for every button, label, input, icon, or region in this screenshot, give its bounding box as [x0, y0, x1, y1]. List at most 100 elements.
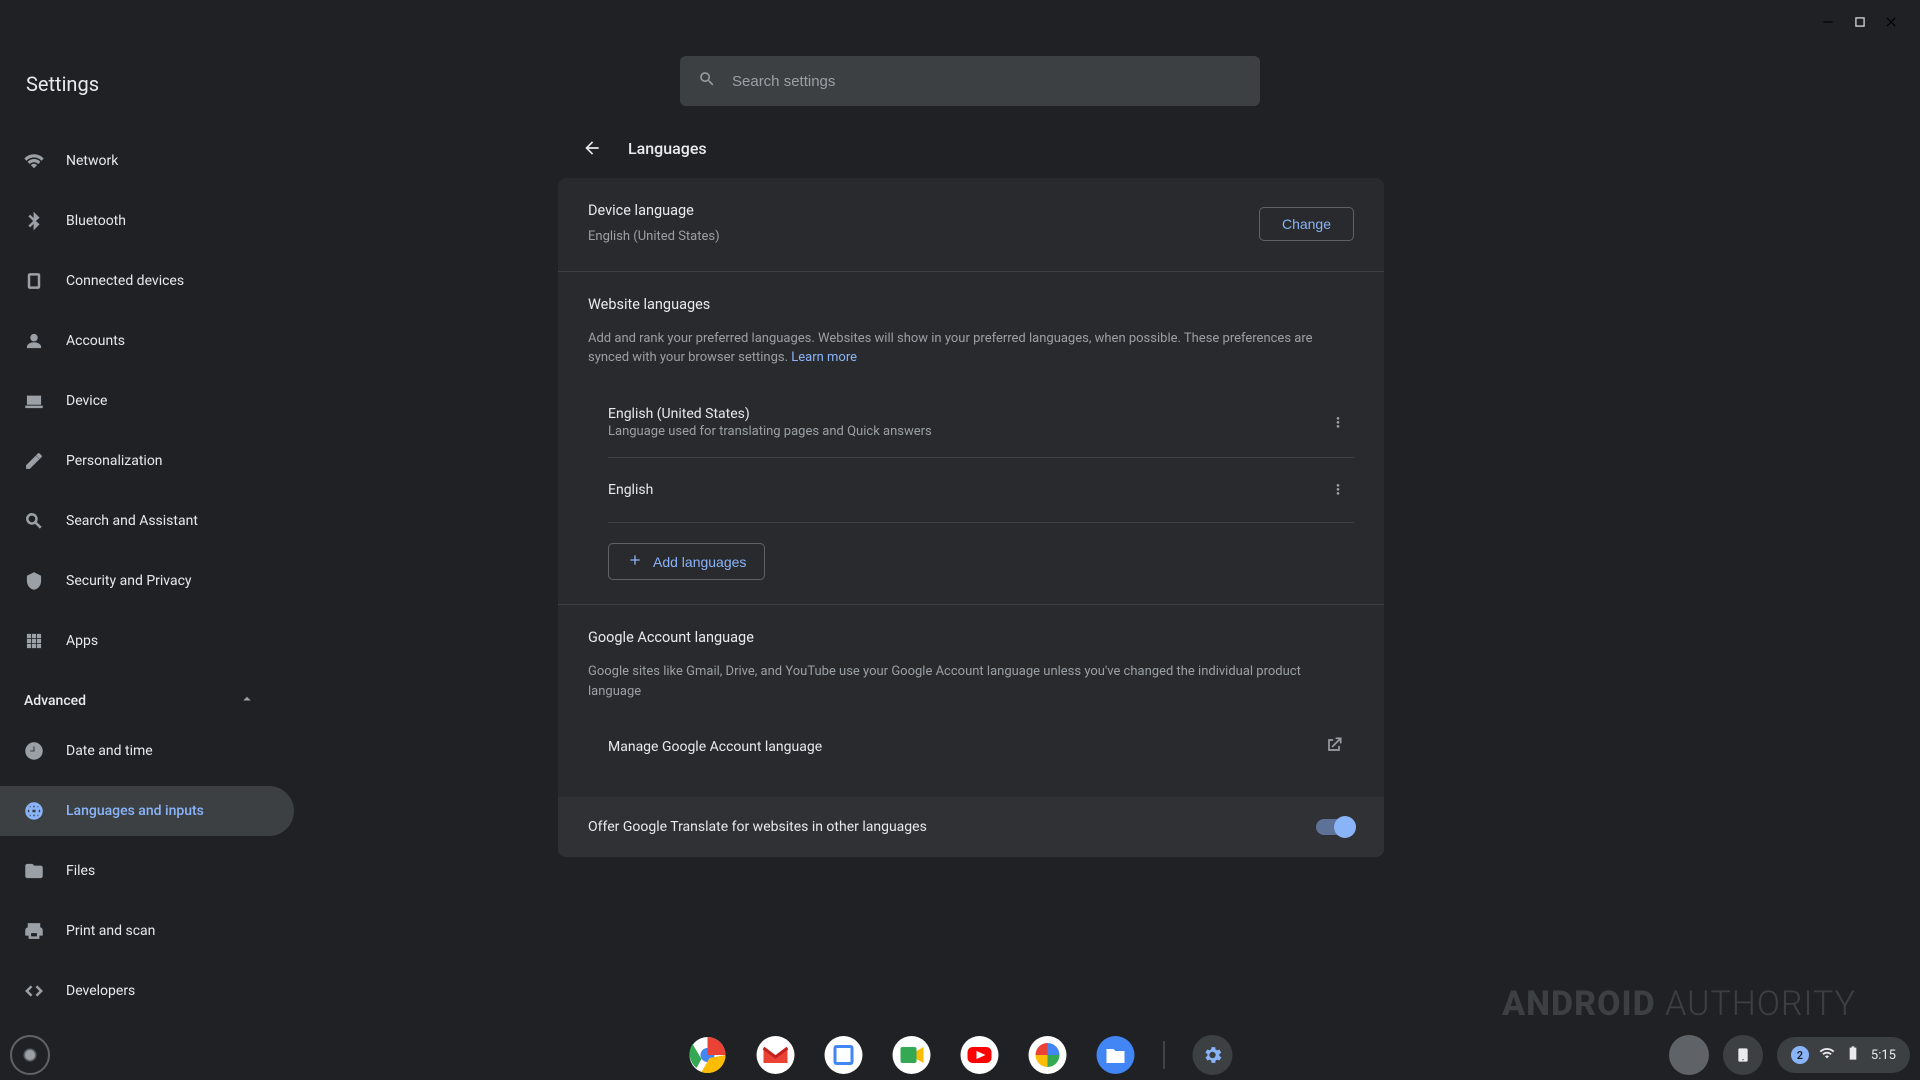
- sidebar-item-search-assistant[interactable]: Search and Assistant: [0, 496, 294, 546]
- sidebar-advanced-label: Advanced: [24, 693, 86, 709]
- learn-more-link[interactable]: Learn more: [791, 350, 857, 365]
- shelf-app-photos[interactable]: [1028, 1035, 1068, 1075]
- sidebar-item-label: Files: [66, 863, 95, 879]
- device-language-section: Device language English (United States) …: [558, 178, 1384, 271]
- search-icon: [24, 511, 44, 531]
- laptop-icon: [24, 391, 44, 411]
- window-close-button[interactable]: [1876, 6, 1908, 38]
- translate-toggle-switch[interactable]: [1316, 819, 1354, 835]
- shelf-app-chrome[interactable]: [688, 1035, 728, 1075]
- language-row: English (United States) Language used fo…: [608, 390, 1354, 459]
- sidebar-item-personalization[interactable]: Personalization: [0, 436, 294, 486]
- sidebar-item-device[interactable]: Device: [0, 376, 294, 426]
- website-languages-section: Website languages Add and rank your pref…: [558, 271, 1384, 605]
- app-title: Settings: [26, 72, 99, 96]
- sidebar-item-label: Developers: [66, 983, 135, 999]
- connected-devices-icon: [24, 271, 44, 291]
- sidebar-item-label: Print and scan: [66, 923, 155, 939]
- folder-icon: [24, 861, 44, 881]
- language-subtitle: Language used for translating pages and …: [608, 422, 932, 442]
- sidebar-item-label: Accounts: [66, 333, 125, 349]
- account-avatar[interactable]: [1669, 1035, 1709, 1075]
- shelf-app-files[interactable]: [1096, 1035, 1136, 1075]
- phone-hub-button[interactable]: [1723, 1035, 1763, 1075]
- globe-icon: [24, 801, 44, 821]
- website-languages-heading: Website languages: [588, 296, 1354, 313]
- wifi-icon: [24, 151, 44, 171]
- sidebar-item-connected-devices[interactable]: Connected devices: [0, 256, 294, 306]
- sidebar-advanced-toggle[interactable]: Advanced: [0, 676, 280, 726]
- pencil-icon: [24, 451, 44, 471]
- account-language-section: Google Account language Google sites lik…: [558, 604, 1384, 797]
- language-name: English: [608, 482, 653, 498]
- add-languages-button[interactable]: Add languages: [608, 543, 765, 580]
- back-button[interactable]: [574, 130, 610, 166]
- shield-icon: [24, 571, 44, 591]
- sidebar-item-apps[interactable]: Apps: [0, 616, 294, 666]
- sidebar-item-bluetooth[interactable]: Bluetooth: [0, 196, 294, 246]
- notifications-badge: 2: [1791, 1046, 1809, 1064]
- person-icon: [24, 331, 44, 351]
- sidebar-item-network[interactable]: Network: [0, 136, 294, 186]
- battery-status-icon: [1845, 1045, 1861, 1065]
- plus-icon: [627, 552, 643, 571]
- shelf-app-meet[interactable]: [892, 1035, 932, 1075]
- change-device-language-button[interactable]: Change: [1259, 207, 1354, 241]
- sidebar-item-label: Security and Privacy: [66, 573, 192, 589]
- sidebar-item-label: Date and time: [66, 743, 153, 759]
- sidebar-item-label: Apps: [66, 633, 98, 649]
- page-title: Languages: [628, 139, 707, 158]
- clock-icon: [24, 741, 44, 761]
- shelf-apps: [688, 1035, 1233, 1075]
- sidebar-item-label: Connected devices: [66, 273, 184, 289]
- language-name: English (United States): [608, 406, 932, 422]
- shelf: 2 5:15: [0, 1030, 1920, 1080]
- language-more-button[interactable]: [1322, 407, 1354, 439]
- sidebar-item-label: Personalization: [66, 453, 163, 469]
- sidebar-item-files[interactable]: Files: [0, 846, 294, 896]
- print-icon: [24, 921, 44, 941]
- website-languages-description: Add and rank your preferred languages. W…: [588, 331, 1313, 366]
- window-minimize-button[interactable]: [1812, 6, 1844, 38]
- code-icon: [24, 981, 44, 1001]
- shelf-app-youtube[interactable]: [960, 1035, 1000, 1075]
- search-bar[interactable]: [680, 56, 1260, 106]
- device-language-value: English (United States): [588, 227, 720, 247]
- sidebar-item-security-privacy[interactable]: Security and Privacy: [0, 556, 294, 606]
- sidebar-item-label: Network: [66, 153, 118, 169]
- sidebar-item-languages-inputs[interactable]: Languages and inputs: [0, 786, 294, 836]
- launcher-button[interactable]: [10, 1035, 50, 1075]
- languages-card: Device language English (United States) …: [558, 178, 1384, 857]
- device-language-heading: Device language: [588, 202, 720, 219]
- sidebar-item-developers[interactable]: Developers: [0, 966, 294, 1016]
- account-language-description: Google sites like Gmail, Drive, and YouT…: [588, 662, 1354, 701]
- clock-time: 5:15: [1871, 1048, 1896, 1063]
- apps-icon: [24, 631, 44, 651]
- sidebar-item-print-scan[interactable]: Print and scan: [0, 906, 294, 956]
- chevron-up-icon: [238, 690, 256, 712]
- sidebar-item-label: Languages and inputs: [66, 803, 204, 819]
- window-titlebar: [0, 0, 1920, 44]
- sidebar-item-label: Device: [66, 393, 107, 409]
- search-icon: [698, 70, 716, 92]
- shelf-app-calendar[interactable]: [824, 1035, 864, 1075]
- sidebar-item-label: Search and Assistant: [66, 513, 198, 529]
- window-maximize-button[interactable]: [1844, 6, 1876, 38]
- sidebar-item-accounts[interactable]: Accounts: [0, 316, 294, 366]
- manage-account-language-label: Manage Google Account language: [608, 739, 822, 755]
- sidebar-item-date-time[interactable]: Date and time: [0, 726, 294, 776]
- status-tray[interactable]: 2 5:15: [1777, 1037, 1910, 1073]
- shelf-app-settings[interactable]: [1193, 1035, 1233, 1075]
- settings-main: Languages Device language English (Unite…: [558, 118, 1384, 1030]
- translate-toggle-row: Offer Google Translate for websites in o…: [558, 797, 1384, 857]
- search-input[interactable]: [732, 73, 1242, 90]
- translate-toggle-label: Offer Google Translate for websites in o…: [588, 819, 927, 835]
- system-tray: 2 5:15: [1669, 1035, 1910, 1075]
- manage-account-language-row[interactable]: Manage Google Account language: [588, 721, 1354, 773]
- shelf-divider: [1164, 1041, 1165, 1069]
- external-link-icon: [1324, 735, 1344, 759]
- language-more-button[interactable]: [1322, 474, 1354, 506]
- shelf-app-gmail[interactable]: [756, 1035, 796, 1075]
- add-languages-label: Add languages: [653, 554, 746, 570]
- settings-sidebar: Network Bluetooth Connected devices Acco…: [0, 118, 300, 1030]
